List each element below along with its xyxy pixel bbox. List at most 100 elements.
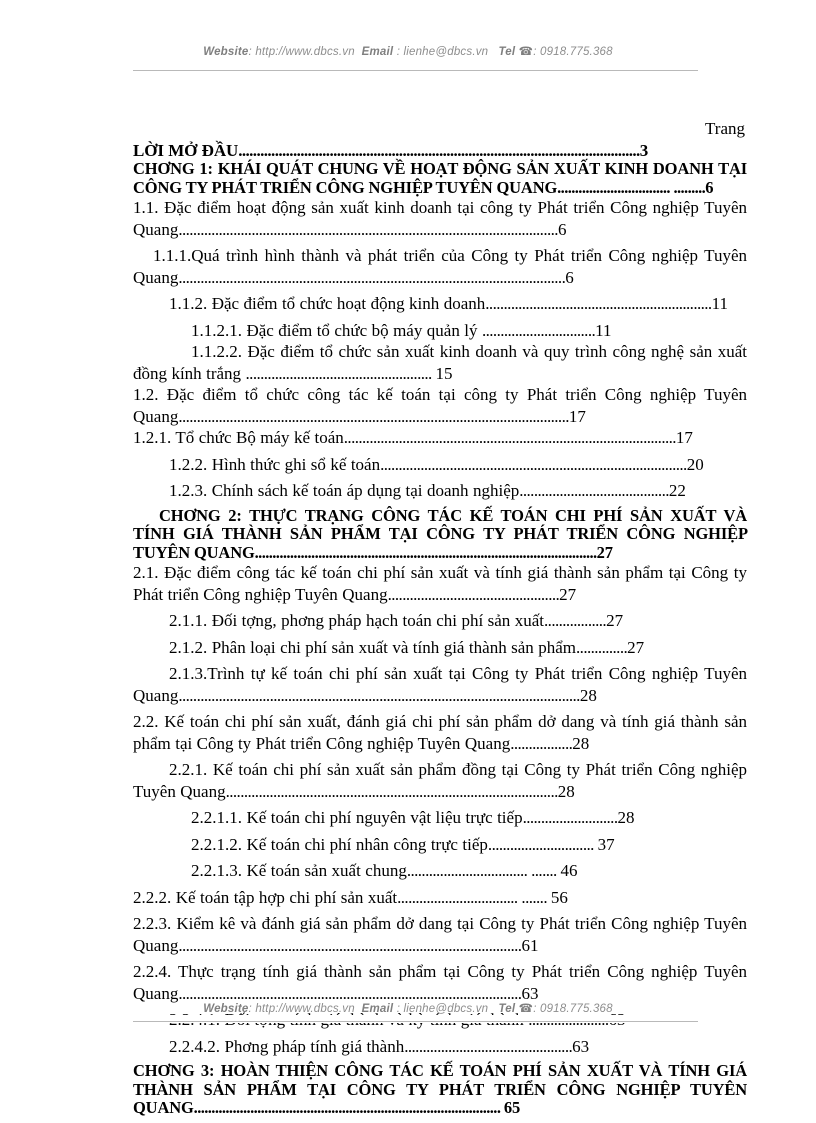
toc-entry-page: 63 bbox=[572, 1036, 590, 1056]
toc-entry-page: 20 bbox=[686, 454, 704, 474]
toc-entry-2-1[interactable]: 2.1. Đặc điểm công tác kế toán chi phí s… bbox=[133, 562, 747, 605]
toc-leader-dots: ........................................… bbox=[343, 428, 677, 447]
toc-leader-dots: ................. bbox=[544, 611, 607, 630]
toc-leader-dots: ........................................… bbox=[178, 406, 569, 426]
toc-entry-1-1-2-1[interactable]: 1.1.2.1. Đặc điểm tổ chức bộ máy quản lý… bbox=[133, 320, 747, 342]
toc-entry-2-1-1[interactable]: 2.1.1. Đối tợng, phơng pháp hạch toán ch… bbox=[133, 610, 747, 632]
toc-leader-dots: ........................................… bbox=[178, 935, 522, 955]
toc-entry-1-2[interactable]: 1.2. Đặc điểm tổ chức công tác kế toán t… bbox=[133, 384, 747, 427]
toc-entry-page: 27 bbox=[559, 584, 577, 604]
page-header: Website: http://www.dbcs.vn Email : lien… bbox=[0, 44, 816, 58]
toc-leader-dots: ........................................… bbox=[193, 1098, 504, 1117]
toc-entry-1-2-3[interactable]: 1.2.3. Chính sách kế toán áp dụng tại do… bbox=[133, 480, 747, 502]
toc-leader-dots: ........................................… bbox=[254, 542, 598, 562]
toc-entry-2-2[interactable]: 2.2. Kế toán chi phí sản xuất, đánh giá … bbox=[133, 711, 747, 754]
toc-entry-page: 65 bbox=[503, 1098, 521, 1117]
header-email-label: Email bbox=[361, 46, 394, 58]
toc-entry-1-1[interactable]: 1.1. Đặc điểm hoạt động sản xuất kinh do… bbox=[133, 197, 747, 240]
toc-entry-title: 2.2.4.2. Phơng pháp tính giá thành bbox=[169, 1036, 405, 1056]
toc-entry-title: LỜI MỞ ĐẦU bbox=[133, 141, 239, 160]
toc-entry-title: 1.1.2. Đặc điểm tổ chức hoạt động kinh d… bbox=[169, 294, 486, 313]
toc-entry-2-2-2[interactable]: 2.2.2. Kế toán tập hợp chi phí sản xuất.… bbox=[133, 887, 747, 909]
toc-leader-dots: ........................................… bbox=[178, 219, 558, 239]
toc-entry-2-2-3[interactable]: 2.2.3. Kiểm kê và đánh giá sản phẩm dở d… bbox=[133, 913, 747, 956]
toc-leader-dots: ........................................… bbox=[519, 481, 669, 500]
toc-entry-chuong-1[interactable]: CHƠNG 1: KHÁI QUÁT CHUNG VỀ HOẠT ĐỘNG SẢ… bbox=[133, 159, 747, 197]
toc-entry-page: 27 bbox=[627, 637, 645, 657]
toc-entry-page: 15 bbox=[435, 363, 453, 383]
toc-entry-page: 3 bbox=[639, 141, 649, 160]
toc-entry-2-2-4[interactable]: 2.2.4. Thực trạng tính giá thành sản phẩ… bbox=[133, 961, 747, 1004]
toc-entry-page: 27 bbox=[596, 542, 613, 562]
toc-entry-1-1-2[interactable]: 1.1.2. Đặc điểm tổ chức hoạt động kinh d… bbox=[133, 293, 747, 315]
toc-entry-loi-mo-dau[interactable]: LỜI MỞ ĐẦU..............................… bbox=[133, 141, 747, 160]
toc-entry-title: 2.2. Kế toán chi phí sản xuất, đánh giá … bbox=[133, 712, 747, 753]
toc-entry-2-1-3[interactable]: 2.1.3.Trình tự kế toán chi phí sản xuất … bbox=[133, 663, 747, 706]
toc-entry-title: 1.2.1. Tổ chức Bộ máy kế toán bbox=[133, 428, 344, 447]
footer-tel-label: Tel bbox=[498, 1003, 516, 1015]
toc-leader-dots: .......................... bbox=[522, 808, 619, 827]
toc-entry-page: 17 bbox=[675, 428, 693, 447]
toc-entry-page: 28 bbox=[617, 808, 635, 827]
toc-entry-page: 11 bbox=[711, 294, 728, 313]
footer-tel-value: : 0918.775.368 bbox=[533, 1003, 613, 1015]
toc-entry-2-2-1[interactable]: 2.2.1. Kế toán chi phí sản xuất sản phẩm… bbox=[133, 759, 747, 802]
toc-entry-1-2-1[interactable]: 1.2.1. Tổ chức Bộ máy kế toán...........… bbox=[133, 427, 747, 449]
toc-entry-1-1-1[interactable]: 1.1.1.Quá trình hình thành và phát triển… bbox=[133, 245, 747, 288]
footer-email-label: Email bbox=[361, 1003, 394, 1015]
toc-entry-2-2-1-1[interactable]: 2.2.1.1. Kế toán chi phí nguyên vật liệu… bbox=[133, 807, 747, 829]
toc-entry-2-1-2[interactable]: 2.1.2. Phân loại chi phí sản xuất và tín… bbox=[133, 637, 747, 659]
page-header-contact-line: Website: http://www.dbcs.vn Email : lien… bbox=[0, 44, 816, 58]
toc-entry-page: 27 bbox=[606, 611, 624, 630]
toc-leader-dots: ................................. ......… bbox=[397, 887, 551, 907]
toc-entry-title-line2: CÔNG TY PHÁT TRIỂN CÔNG NGHIỆP TUYÊN QUA… bbox=[133, 177, 558, 197]
header-tel-value: : 0918.775.368 bbox=[533, 46, 613, 58]
toc-leader-dots: ................................. ......… bbox=[406, 861, 561, 880]
telephone-icon: ☎ bbox=[518, 46, 534, 58]
toc-leader-dots: ........................................… bbox=[404, 1036, 573, 1056]
toc-entry-title: 1.1.2.1. Đặc điểm tổ chức bộ máy quản lý bbox=[191, 320, 482, 340]
toc-entry-2-2-4-2[interactable]: 2.2.4.2. Phơng pháp tính giá thành......… bbox=[133, 1036, 747, 1058]
toc-entry-page: 6 bbox=[557, 219, 567, 239]
header-website-value: : http://www.dbcs.vn bbox=[248, 46, 355, 58]
toc-leader-dots: ........................................… bbox=[178, 267, 566, 287]
footer-divider-rule bbox=[133, 1021, 698, 1022]
toc-leader-dots: ................................ .......… bbox=[557, 177, 706, 197]
page-footer: Website: http://www.dbcs.vn Email : lien… bbox=[0, 1001, 816, 1015]
toc-entry-chuong-3[interactable]: CHƠNG 3: HOÀN THIỆN CÔNG TÁC KẾ TOÁN PHÍ… bbox=[133, 1061, 747, 1118]
toc-entry-title-line3: TUYÊN QUANG bbox=[133, 542, 255, 562]
toc-entry-title: 2.2.2. Kế toán tập hợp chi phí sản xuất bbox=[133, 887, 398, 907]
toc-entry-title: 2.1.1. Đối tợng, phơng pháp hạch toán ch… bbox=[169, 611, 545, 630]
toc-entry-page: 28 bbox=[579, 685, 597, 705]
toc-leader-dots: ............................... bbox=[481, 320, 596, 340]
toc-entry-title: 1.2.3. Chính sách kế toán áp dụng tại do… bbox=[169, 481, 520, 500]
toc-leader-dots: ........................................… bbox=[225, 781, 559, 801]
toc-entry-page: 61 bbox=[521, 935, 539, 955]
toc-entry-page: 56 bbox=[550, 887, 568, 907]
toc-entry-title-line2: THÀNH SẢN PHẨM TẠI CÔNG TY PHÁT TRIỂN CÔ… bbox=[133, 1079, 747, 1099]
header-tel-label: Tel bbox=[498, 46, 516, 58]
toc-leader-dots: .............. bbox=[576, 637, 628, 657]
toc-page-column-header: Trang bbox=[705, 119, 745, 138]
toc-leader-dots: ........................................… bbox=[178, 685, 580, 705]
toc-entry-page: 11 bbox=[595, 320, 612, 340]
toc-entry-1-1-2-2[interactable]: 1.1.2.2. Đặc điểm tổ chức sản xuất kinh … bbox=[133, 341, 747, 384]
toc-entry-page: 28 bbox=[557, 781, 575, 801]
toc-entry-title-line3: QUANG bbox=[133, 1098, 194, 1117]
toc-entry-title: 2.2.1.3. Kế toán sản xuất chung bbox=[191, 861, 407, 880]
toc-entry-title-line1: CHƠNG 1: KHÁI QUÁT CHUNG VỀ HOẠT ĐỘNG SẢ… bbox=[133, 159, 747, 178]
toc-entry-chuong-2[interactable]: CHƠNG 2: THỰC TRẠNG CÔNG TÁC KẾ TOÁN CHI… bbox=[133, 506, 747, 563]
toc-entry-2-2-1-2[interactable]: 2.2.1.2. Kế toán chi phí nhân công trực … bbox=[133, 834, 747, 856]
header-divider-rule bbox=[133, 70, 698, 71]
toc-entry-1-2-2[interactable]: 1.2.2. Hình thức ghi sổ kế toán.........… bbox=[133, 454, 747, 476]
toc-leader-dots: ........................................… bbox=[238, 141, 640, 160]
toc-entry-page: 6 bbox=[565, 267, 574, 287]
toc-entry-2-2-1-3[interactable]: 2.2.1.3. Kế toán sản xuất chung.........… bbox=[133, 860, 747, 882]
header-email-value: : lienhe@dbcs.vn bbox=[396, 46, 489, 58]
toc-entry-title-line1: CHƠNG 3: HOÀN THIỆN CÔNG TÁC KẾ TOÁN PHÍ… bbox=[133, 1061, 747, 1080]
toc-entry-title: 2.2.1.2. Kế toán chi phí nhân công trực … bbox=[191, 834, 488, 854]
toc-entry-page: 22 bbox=[668, 481, 686, 500]
toc-leader-dots: ........................................… bbox=[380, 454, 687, 474]
footer-website-value: : http://www.dbcs.vn bbox=[248, 1003, 355, 1015]
toc-entry-page: 46 bbox=[560, 861, 578, 880]
